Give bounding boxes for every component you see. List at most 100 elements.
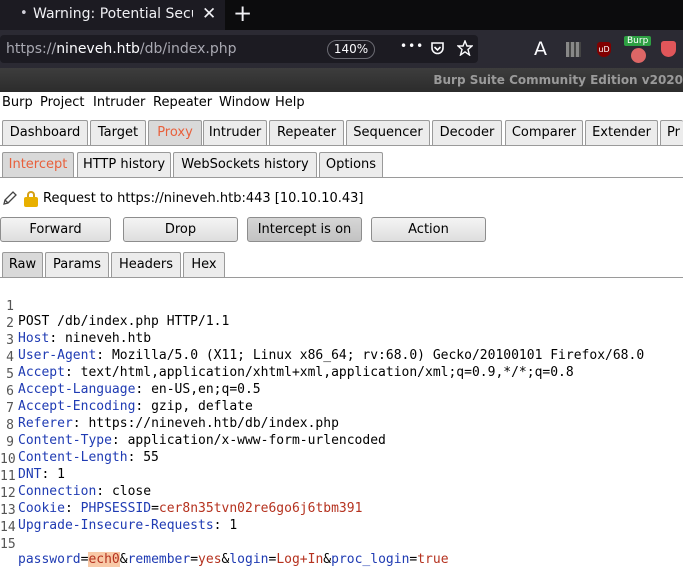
browser-tab[interactable]: • Warning: Potential Security Risk Ahead… [0,0,225,30]
close-tab-icon[interactable]: ✕ [202,4,216,24]
cookie-value: cer8n35tvn02re6go6j6tbm391 [158,501,363,516]
message-view-tabs: Raw Params Headers Hex [0,252,683,278]
foxyproxy-icon [631,48,646,63]
intercept-toggle-button[interactable]: Intercept is on [247,217,362,242]
tab-http-history[interactable]: HTTP history [77,152,171,178]
header-row: 4 Accept: text/html,application/xhtml+xm… [0,335,574,380]
intercept-request-info: Request to https://nineveh.htb:443 [10.1… [0,188,683,210]
tab-dashboard[interactable]: Dashboard [2,120,88,146]
tab-proxy[interactable]: Proxy [148,120,202,146]
menu-intruder[interactable]: Intruder [93,95,145,110]
menu-help[interactable]: Help [275,95,305,110]
tab-headers[interactable]: Headers [111,252,181,278]
menu-window[interactable]: Window [219,95,270,110]
tab-websockets-history[interactable]: WebSockets history [173,152,317,178]
header-value: 55 [143,450,159,465]
tab-indicator-icon: • [20,6,28,21]
tab-decoder[interactable]: Decoder [432,120,502,146]
drop-button[interactable]: Drop [123,217,238,242]
reader-font-icon[interactable]: A [534,38,547,60]
menu-repeater[interactable]: Repeater [153,95,212,110]
header-value: Mozilla/5.0 (X11; Linux x86_64; rv:68.0)… [111,348,645,363]
header-value: application/x-www-form-urlencoded [127,433,386,448]
header-value: nineveh.htb [64,331,152,346]
url-path: /db/index.php [139,41,237,57]
url-text: https://nineveh.htb/db/index.php [6,41,237,57]
tab-hex[interactable]: Hex [183,252,225,278]
pocket-icon[interactable] [430,41,445,56]
menu-burp[interactable]: Burp [2,95,33,110]
header-row: 6 Accept-Encoding: gzip, deflate [0,369,253,414]
header-value: 1 [229,518,238,533]
header-name: Content-Type [18,433,112,448]
ublock-icon[interactable]: uD [597,42,611,57]
header-row: 8 Content-Type: application/x-www-form-u… [0,403,386,448]
header-row: 9 Content-Length: 55 [0,420,159,465]
proxy-sub-tabs: Intercept HTTP history WebSockets histor… [0,152,683,178]
tab-raw[interactable]: Raw [2,252,43,278]
request-target-label: Request to https://nineveh.htb:443 [10.1… [43,191,364,206]
header-name: Upgrade-Insecure-Requests [18,518,214,533]
browser-tab-title: Warning: Potential Security Risk Ahead [33,6,193,22]
tab-intercept[interactable]: Intercept [2,152,74,178]
burp-menu-bar: Burp Project Intruder Repeater Window He… [0,92,683,114]
param-key: proc_login [331,552,410,567]
bookmark-star-icon[interactable] [457,40,473,56]
header-row: 11 Connection: close [0,469,152,499]
tab-target[interactable]: Target [90,120,146,146]
header-value: gzip, deflate [151,399,253,414]
edit-pencil-icon[interactable] [2,190,18,206]
tab-extender[interactable]: Extender [585,120,658,146]
tab-repeater[interactable]: Repeater [269,120,344,146]
line-number: 15 [0,537,16,552]
burp-badge: Burp [624,36,652,46]
param-value: Log+In [276,552,324,567]
tab-project-options[interactable]: Pr [660,120,683,146]
page-actions-icon[interactable]: ••• [400,39,424,53]
cookie-header-row: 12 Cookie: PHPSESSID=cer8n35tvn02re6go6j… [0,486,363,516]
tab-sequencer[interactable]: Sequencer [346,120,430,146]
url-scheme: https:// [6,41,57,57]
action-button[interactable]: Action [371,217,486,242]
shield-extension-icon[interactable] [661,41,676,57]
cookie-name: PHPSESSID [80,501,152,516]
blank-row: 14 [0,505,31,535]
param-value-highlighted[interactable]: ech0 [88,552,120,567]
burp-proxy-extension-icon[interactable]: Burp [624,36,654,64]
tab-comparer[interactable]: Comparer [505,120,583,146]
forward-button[interactable]: Forward [0,217,111,242]
lock-icon [24,191,38,207]
menu-project[interactable]: Project [40,95,84,110]
param-value: true [417,552,449,567]
burp-title-bar: Burp Suite Community Edition v2020 [0,68,683,92]
header-row: 13 Upgrade-Insecure-Requests: 1 [0,503,238,533]
param-key: password [18,552,81,567]
tab-options[interactable]: Options [319,152,383,178]
header-row: 7 Referer: https://nineveh.htb/db/index.… [0,386,339,431]
header-value: 1 [57,467,65,482]
new-tab-icon[interactable]: + [233,1,252,27]
header-value: https://nineveh.htb/db/index.php [88,416,339,431]
request-body-row: 15 password=ech0&remember=yes&login=Log+… [0,537,449,567]
zoom-level-badge[interactable]: 140% [327,40,375,59]
url-host: nineveh.htb [56,41,140,57]
tab-intruder[interactable]: Intruder [203,120,267,146]
burp-main-tabs: Dashboard Target Proxy Intruder Repeater… [0,120,683,146]
header-value: close [111,484,152,499]
browser-tab-strip: • Warning: Potential Security Risk Ahead… [0,0,683,30]
param-key: remember [127,552,191,567]
raw-request-editor[interactable]: 1 POST /db/index.php HTTP/1.1 2 Host: ni… [0,278,683,567]
request-line: POST /db/index.php HTTP/1.1 [18,314,230,329]
header-name: Accept-Encoding [18,399,136,414]
param-key: login [229,552,269,567]
request-line-row: 1 POST /db/index.php HTTP/1.1 [0,284,229,329]
extension-grid-icon[interactable] [566,42,581,57]
header-name: Accept-Language [18,382,136,397]
header-row: 5 Accept-Language: en-US,en;q=0.5 [0,352,260,397]
url-bar[interactable]: https://nineveh.htb/db/index.php 140% ••… [0,35,478,63]
header-name: Content-Length [18,450,128,465]
header-row: 10 DNT: 1 [0,452,65,482]
header-value: en-US,en;q=0.5 [151,382,261,397]
tab-params[interactable]: Params [45,252,109,278]
param-value: yes [198,552,222,567]
